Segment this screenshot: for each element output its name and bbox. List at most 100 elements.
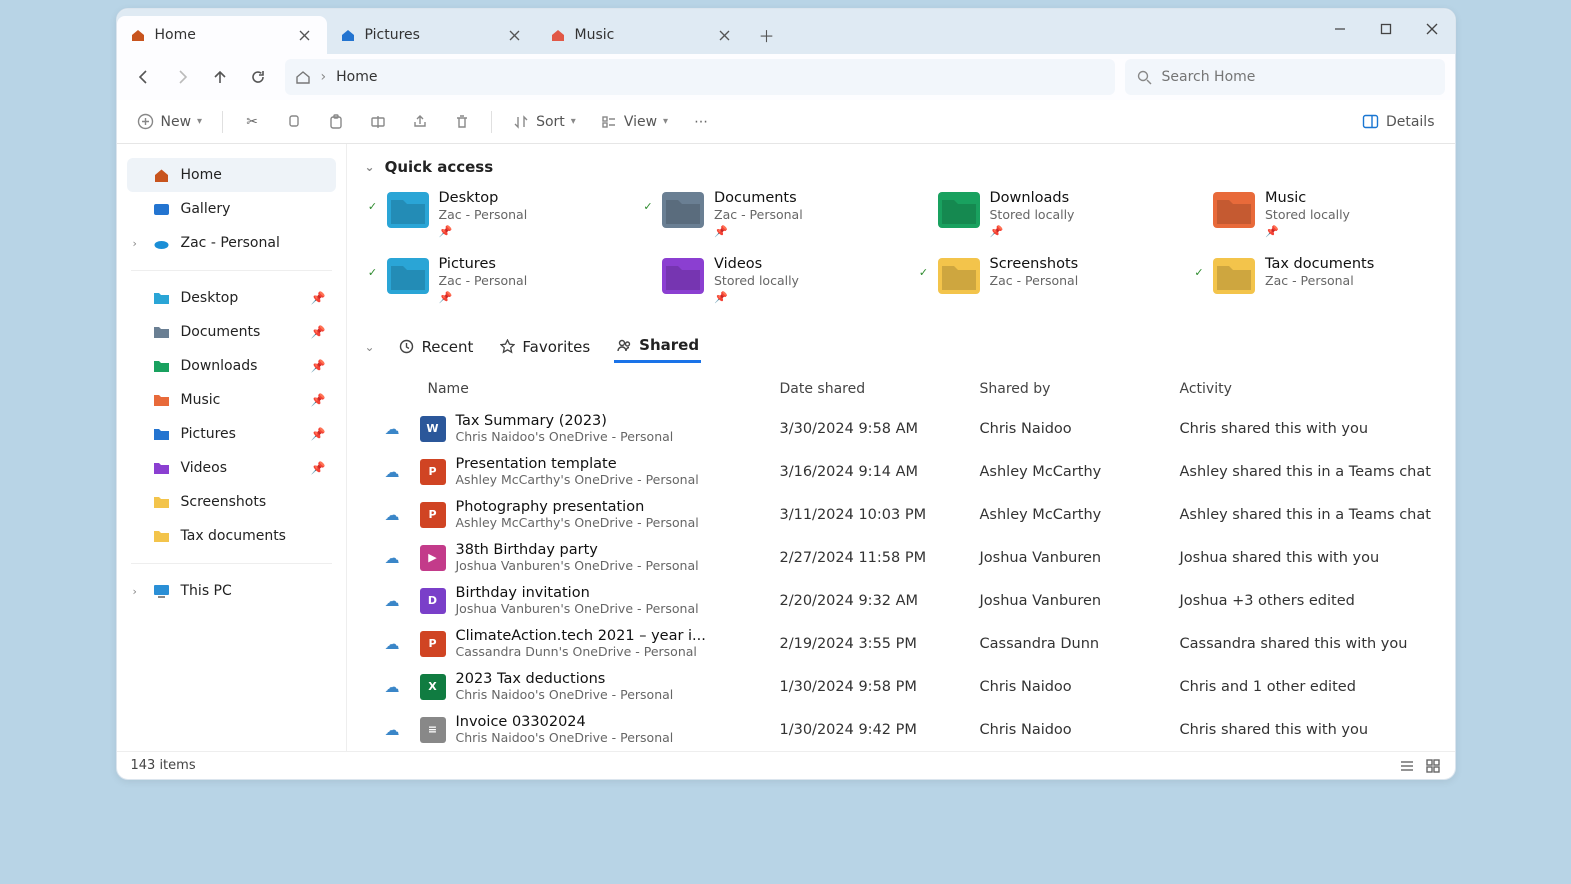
search-box[interactable]: [1125, 59, 1445, 95]
tab-close-icon[interactable]: [503, 23, 527, 47]
sort-button[interactable]: Sort ▾: [504, 106, 584, 138]
sidebar-label: Videos: [181, 460, 228, 476]
rename-button[interactable]: [361, 106, 395, 138]
quick-access-pictures[interactable]: ✓ PicturesZac - Personal📌: [365, 256, 611, 304]
breadcrumb-current: Home: [336, 69, 377, 85]
sidebar-item-videos[interactable]: Videos📌: [127, 451, 336, 485]
tab-close-icon[interactable]: [293, 23, 317, 47]
collapse-quick-access[interactable]: ⌄: [365, 160, 375, 174]
maximize-button[interactable]: [1363, 9, 1409, 49]
file-name: Presentation template: [456, 456, 699, 472]
quick-access-desktop[interactable]: ✓ DesktopZac - Personal📌: [365, 190, 611, 238]
col-name[interactable]: Name: [420, 381, 780, 397]
details-pane-icon: [1362, 113, 1380, 131]
sidebar-label: Gallery: [181, 201, 231, 217]
folder-title: Music: [1265, 190, 1350, 206]
col-activity[interactable]: Activity: [1180, 381, 1455, 397]
tab-close-icon[interactable]: [713, 23, 737, 47]
file-row[interactable]: ☁ P ClimateAction.tech 2021 – year i...C…: [365, 622, 1455, 665]
file-name: Birthday invitation: [456, 585, 699, 601]
file-location: Chris Naidoo's OneDrive - Personal: [456, 730, 674, 745]
copy-button[interactable]: [277, 106, 311, 138]
view-icon: [600, 113, 618, 131]
close-button[interactable]: [1409, 9, 1455, 49]
thumbnail-view-toggle[interactable]: [1425, 758, 1441, 774]
folder-icon: [153, 425, 171, 443]
file-location: Ashley McCarthy's OneDrive - Personal: [456, 472, 699, 487]
share-button[interactable]: [403, 106, 437, 138]
breadcrumb[interactable]: › Home: [285, 59, 1115, 95]
sidebar-item-pictures[interactable]: Pictures📌: [127, 417, 336, 451]
tab-favorites[interactable]: Favorites: [497, 332, 592, 362]
file-type-icon: X: [420, 674, 446, 700]
search-input[interactable]: [1162, 69, 1433, 85]
file-date: 3/30/2024 9:58 AM: [780, 421, 980, 437]
back-button[interactable]: [127, 60, 161, 94]
quick-access-music[interactable]: MusicStored locally📌: [1191, 190, 1437, 238]
col-date[interactable]: Date shared: [780, 381, 980, 397]
new-button[interactable]: New ▾: [129, 106, 211, 138]
sidebar-item-screenshots[interactable]: Screenshots: [127, 485, 336, 519]
forward-button[interactable]: [165, 60, 199, 94]
sidebar-item-downloads[interactable]: Downloads📌: [127, 349, 336, 383]
sidebar-item-desktop[interactable]: Desktop📌: [127, 281, 336, 315]
quick-access-downloads[interactable]: DownloadsStored locally📌: [916, 190, 1162, 238]
details-view-toggle[interactable]: [1399, 758, 1415, 774]
sidebar-item-home[interactable]: Home: [127, 158, 336, 192]
folder-title: Desktop: [439, 190, 528, 206]
file-row[interactable]: ☁ P Presentation templateAshley McCarthy…: [365, 450, 1455, 493]
sidebar-item-gallery[interactable]: Gallery: [127, 192, 336, 226]
sidebar-label: Documents: [181, 324, 261, 340]
file-location: Joshua Vanburen's OneDrive - Personal: [456, 558, 699, 573]
sidebar-item-tax-documents[interactable]: Tax documents: [127, 519, 336, 553]
pin-icon: 📌: [439, 225, 528, 238]
view-button[interactable]: View ▾: [592, 106, 676, 138]
file-row[interactable]: ☁ D Birthday invitationJoshua Vanburen's…: [365, 579, 1455, 622]
file-row[interactable]: ☁ ▶ 38th Birthday partyJoshua Vanburen's…: [365, 536, 1455, 579]
paste-button[interactable]: [319, 106, 353, 138]
file-row[interactable]: ☁ W Tax Summary (2023)Chris Naidoo's One…: [365, 407, 1455, 450]
sidebar-item-this-pc[interactable]: ›This PC: [127, 574, 336, 608]
tab-pictures[interactable]: Pictures: [327, 16, 537, 54]
tab-home[interactable]: Home: [117, 16, 327, 54]
sidebar: HomeGallery›Zac - PersonalDesktop📌Docume…: [117, 144, 347, 751]
tab-shared[interactable]: Shared: [614, 330, 701, 363]
file-sharedby: Joshua Vanburen: [980, 550, 1180, 566]
sidebar-item-zac[interactable]: ›Zac - Personal: [127, 226, 336, 260]
folder-location: Zac - Personal: [1265, 273, 1374, 288]
cut-button[interactable]: ✂: [235, 106, 269, 138]
tab-music[interactable]: Music: [537, 16, 747, 54]
chevron-right-icon[interactable]: ›: [133, 585, 137, 598]
recent-label: Recent: [422, 338, 474, 356]
details-button[interactable]: Details: [1354, 106, 1443, 138]
folder-icon: [387, 258, 429, 294]
sync-icon: ✓: [365, 264, 381, 280]
file-row[interactable]: ☁ X 2023 Tax deductionsChris Naidoo's On…: [365, 665, 1455, 708]
folder-location: Stored locally: [714, 273, 799, 288]
quick-access-documents[interactable]: ✓ DocumentsZac - Personal📌: [640, 190, 886, 238]
folder-location: Stored locally: [1265, 207, 1350, 222]
new-tab-button[interactable]: ＋: [747, 16, 787, 54]
quick-access-screenshots[interactable]: ✓ ScreenshotsZac - Personal: [916, 256, 1162, 304]
file-row[interactable]: ☁ P Photography presentationAshley McCar…: [365, 493, 1455, 536]
col-by[interactable]: Shared by: [980, 381, 1180, 397]
folder-title: Videos: [714, 256, 799, 272]
cloud-icon: ☁: [365, 549, 420, 567]
up-button[interactable]: [203, 60, 237, 94]
collapse-filters[interactable]: ⌄: [365, 340, 375, 354]
refresh-button[interactable]: [241, 60, 275, 94]
file-type-icon: P: [420, 459, 446, 485]
people-icon: [616, 337, 632, 353]
chevron-right-icon[interactable]: ›: [133, 237, 137, 250]
file-row[interactable]: ☁ ≡ Invoice 03302024Chris Naidoo's OneDr…: [365, 708, 1455, 751]
delete-button[interactable]: [445, 106, 479, 138]
minimize-button[interactable]: [1317, 9, 1363, 49]
sidebar-label: Downloads: [181, 358, 258, 374]
quick-access-tax-documents[interactable]: ✓ Tax documentsZac - Personal: [1191, 256, 1437, 304]
sidebar-item-music[interactable]: Music📌: [127, 383, 336, 417]
tab-recent[interactable]: Recent: [397, 332, 476, 362]
copy-icon: [285, 113, 303, 131]
quick-access-videos[interactable]: VideosStored locally📌: [640, 256, 886, 304]
more-button[interactable]: ⋯: [684, 106, 718, 138]
sidebar-item-documents[interactable]: Documents📌: [127, 315, 336, 349]
